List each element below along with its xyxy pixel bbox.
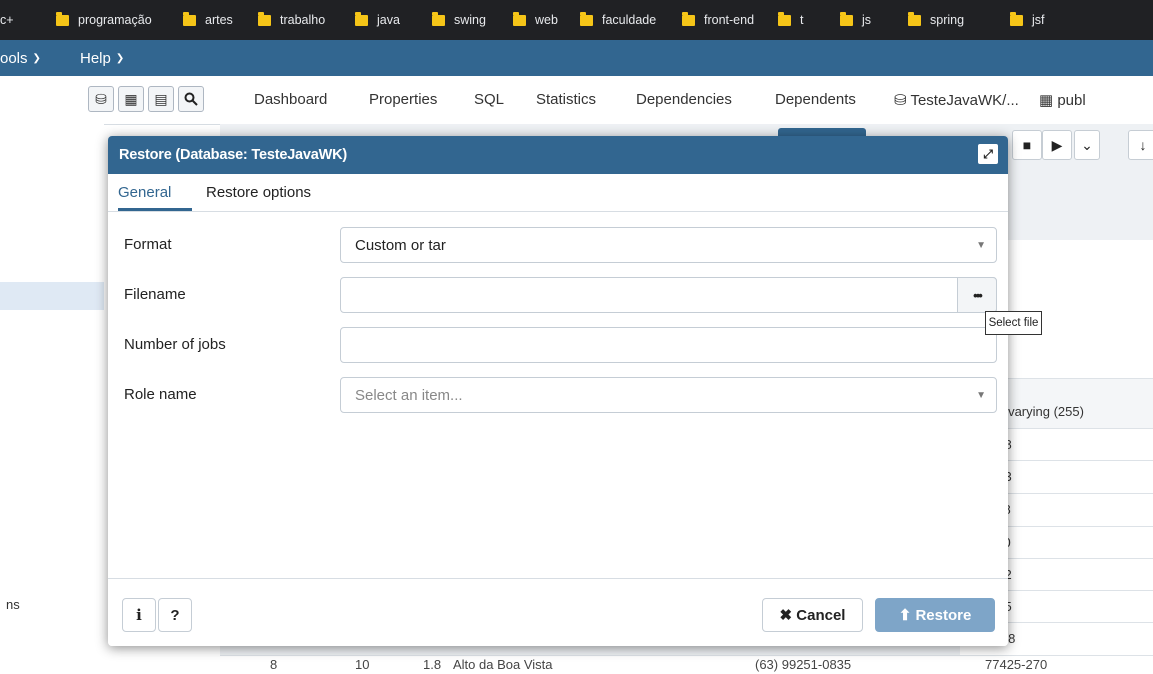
tab-query-tool[interactable]: ⛁ TesteJavaWK/...: [894, 91, 1019, 109]
tab-dependents[interactable]: Dependents: [775, 91, 856, 108]
tab-dashboard[interactable]: Dashboard: [254, 91, 327, 108]
folder-icon: [183, 11, 196, 26]
bookmark-artes[interactable]: artes: [183, 0, 233, 40]
bookmark-t[interactable]: t: [778, 0, 803, 40]
folder-icon: [580, 11, 593, 26]
chevron-down-icon[interactable]: ⌄: [1074, 130, 1100, 160]
bookmarks-bar: c+ programação artes trabalho java swing…: [0, 0, 1153, 40]
download-icon[interactable]: ↓: [1128, 130, 1153, 160]
select-file-tooltip: Select file: [985, 311, 1042, 335]
menu-tools[interactable]: ools ❯: [0, 40, 41, 76]
help-button[interactable]: ?: [158, 598, 192, 632]
number-of-jobs-label: Number of jobs: [124, 336, 226, 353]
caret-down-icon: ▼: [976, 240, 986, 251]
bookmark-js[interactable]: js: [840, 0, 871, 40]
upload-icon: ⬆: [898, 607, 916, 624]
role-name-select[interactable]: Select an item... ▼: [340, 377, 997, 413]
tab-sql[interactable]: SQL: [474, 91, 504, 108]
tab-table-view[interactable]: ▦ publ: [1039, 91, 1086, 109]
table-row[interactable]: 8 10 1.8 Alto da Boa Vista (63) 99251-08…: [220, 655, 1153, 674]
dialog-header[interactable]: Restore (Database: TesteJavaWK) ⤢: [108, 136, 1008, 174]
info-button[interactable]: i: [122, 598, 156, 632]
stop-icon[interactable]: ■: [1012, 130, 1042, 160]
tab-restore-options[interactable]: Restore options: [206, 184, 311, 201]
folder-icon: [908, 11, 921, 26]
format-label: Format: [124, 236, 172, 253]
restore-button[interactable]: ⬆ Restore: [875, 598, 995, 632]
chevron-down-icon: ❯: [32, 52, 41, 64]
dialog-tabs: General Restore options: [108, 174, 1008, 212]
select-file-button[interactable]: •••: [957, 277, 997, 313]
dialog-footer: i ? ✖ Cancel ⬆ Restore: [108, 578, 1008, 646]
folder-icon: [258, 11, 271, 26]
number-of-jobs-input[interactable]: [340, 327, 997, 363]
filename-input[interactable]: •••: [340, 277, 997, 313]
active-tab-underline: [118, 208, 192, 211]
close-icon: ✖: [779, 607, 797, 624]
tab-properties[interactable]: Properties: [369, 91, 437, 108]
bookmark-c-plus[interactable]: c+: [0, 0, 14, 40]
table-icon[interactable]: ▦: [118, 86, 144, 112]
filename-label: Filename: [124, 286, 186, 303]
table-icon: ▦: [1039, 92, 1058, 109]
search-icon[interactable]: [178, 86, 204, 112]
folder-icon: [840, 11, 853, 26]
dialog-title: Restore (Database: TesteJavaWK): [119, 147, 348, 163]
tab-statistics[interactable]: Statistics: [536, 91, 596, 108]
bookmark-swing[interactable]: swing: [432, 0, 486, 40]
menu-bar: ools ❯ Help ❯: [0, 40, 1153, 76]
folder-icon: [56, 11, 69, 26]
bookmark-java[interactable]: java: [355, 0, 400, 40]
view-data-icon[interactable]: ▤: [148, 86, 174, 112]
chevron-down-icon: ❯: [115, 52, 125, 64]
folder-icon: [432, 11, 445, 26]
bookmark-front-end[interactable]: front-end: [682, 0, 754, 40]
bookmark-jsf[interactable]: jsf: [1010, 0, 1045, 40]
database-icon[interactable]: ⛁: [88, 86, 114, 112]
restore-dialog: Restore (Database: TesteJavaWK) ⤢ Genera…: [108, 136, 1008, 646]
folder-icon: [778, 11, 791, 26]
bookmark-faculdade[interactable]: faculdade: [580, 0, 656, 40]
menu-help[interactable]: Help ❯: [80, 40, 124, 76]
folder-icon: [513, 11, 526, 26]
browser-tree-item-label[interactable]: ns: [6, 597, 20, 612]
bookmark-web[interactable]: web: [513, 0, 558, 40]
folder-icon: [355, 11, 368, 26]
folder-icon: [1010, 11, 1023, 26]
execute-icon[interactable]: ▶: [1042, 130, 1072, 160]
browser-tree-selected-item[interactable]: [0, 282, 104, 310]
tab-dependencies[interactable]: Dependencies: [636, 91, 732, 108]
folder-icon: [682, 11, 695, 26]
caret-down-icon: ▼: [976, 390, 986, 401]
browser-tree-panel: [0, 76, 104, 673]
cancel-button[interactable]: ✖ Cancel: [762, 598, 863, 632]
bookmark-programacao[interactable]: programação: [56, 0, 152, 40]
maximize-icon[interactable]: ⤢: [978, 144, 998, 164]
main-toolbar: ⛁ ▦ ▤ Dashboard Properties SQL Statistic…: [88, 76, 1153, 125]
format-select[interactable]: Custom or tar ▼: [340, 227, 997, 263]
bookmark-trabalho[interactable]: trabalho: [258, 0, 325, 40]
bookmark-spring[interactable]: spring: [908, 0, 964, 40]
role-name-label: Role name: [124, 386, 197, 403]
database-icon: ⛁: [894, 92, 911, 109]
tab-general[interactable]: General: [118, 184, 171, 201]
